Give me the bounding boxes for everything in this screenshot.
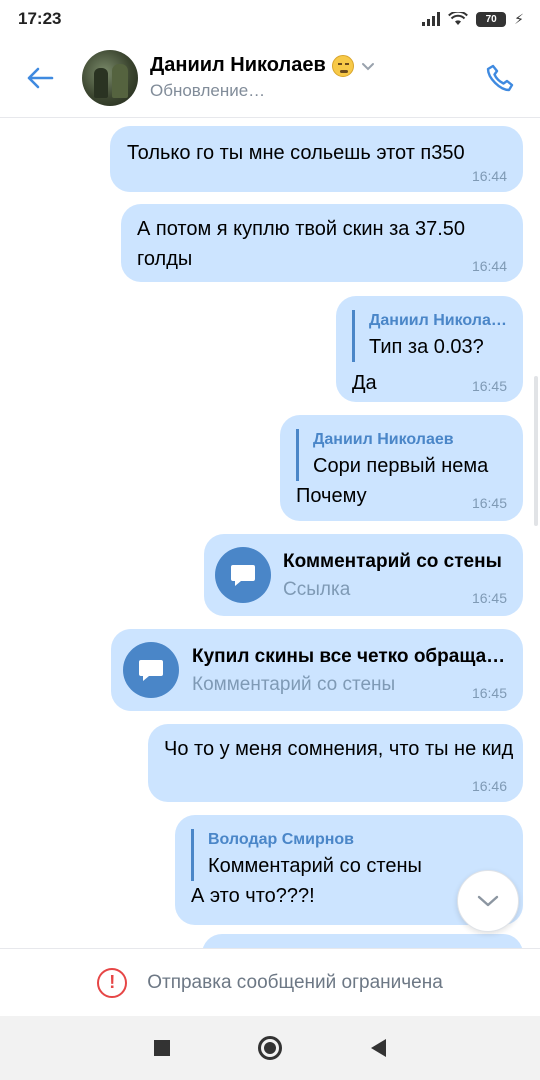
chevron-down-icon [477,895,499,907]
attachment-subtitle: Комментарий со стены [192,674,396,695]
message-text: Почему [296,485,367,507]
attachment-bubble[interactable]: Комментарий со стены Ссылка 16:45 [204,534,523,616]
message-bubble[interactable]: Только го ты мне сольешь этот п350 16:44 [110,126,523,192]
message-text: Чо то у меня сомнения, что ты не кид [164,738,514,760]
arrow-left-icon [27,67,54,88]
reply-quote[interactable]: Даниил Никола… Тип за 0.03? [352,310,508,362]
attachment-title: Купил скины все четко обраща… [192,646,506,667]
restricted-text: Отправка сообщений ограничена [147,971,443,993]
message-time: 16:46 [471,778,507,794]
charging-icon: ⚡ [514,10,524,27]
comment-icon [215,547,271,603]
restricted-bar: ! Отправка сообщений ограничена [0,948,540,1016]
message-text: А это что???! [191,885,315,907]
avatar[interactable] [82,49,138,106]
chat-title[interactable]: Даниил Николаев Обновление… [150,54,470,101]
message-text: Да [352,372,377,394]
reply-author: Володар Смирнов [208,831,354,848]
attachment-subtitle: Ссылка [283,579,351,600]
message-bubble[interactable]: Даниил Никола… Тип за 0.03? Да 16:45 [336,296,523,402]
chat-header: Даниил Николаев Обновление… [0,38,540,118]
message-time: 16:45 [471,378,507,394]
contact-status: Обновление… [150,81,266,100]
comment-icon [123,642,179,698]
signal-icon [422,12,441,26]
battery-icon: 70 [476,11,507,27]
message-time: 16:45 [471,495,507,511]
message-text: А потом я куплю твой скин за 37.50 голды [137,218,466,270]
message-bubble[interactable]: Даниил Николаев Сори первый нема Почему … [280,415,523,521]
status-time: 17:23 [18,9,62,28]
scroll-down-button[interactable] [457,870,519,932]
emoji-icon [331,54,354,77]
message-bubble[interactable] [202,934,523,948]
recents-button[interactable] [154,1040,171,1056]
reply-author: Даниил Николаев [313,431,454,448]
reply-text: Комментарий со стены [208,855,422,877]
message-text: Только го ты мне сольешь этот п350 [127,142,465,164]
scrollbar[interactable] [534,376,538,526]
back-nav-button[interactable] [370,1039,386,1057]
warning-icon: ! [97,967,128,998]
reply-text: Тип за 0.03? [369,336,484,358]
message-time: 16:45 [471,685,507,701]
message-list[interactable]: Только го ты мне сольешь этот п350 16:44… [0,118,540,948]
contact-name: Даниил Николаев [150,54,326,76]
home-button[interactable] [258,1036,283,1060]
status-bar: 17:23 70 ⚡ [0,0,540,38]
call-button[interactable] [470,48,530,108]
message-bubble[interactable]: А потом я куплю твой скин за 37.50 голды… [121,204,523,282]
reply-quote[interactable]: Даниил Николаев Сори первый нема [296,429,488,481]
reply-author: Даниил Никола… [369,312,507,329]
wifi-icon [448,12,469,25]
attachment-bubble[interactable]: Купил скины все четко обраща… Комментари… [111,629,523,711]
status-icons: 70 ⚡ [422,11,524,28]
message-time: 16:44 [471,258,507,274]
system-nav-bar [0,1016,540,1080]
phone-icon [486,64,514,91]
reply-text: Сори первый нема [313,455,489,477]
back-button[interactable] [10,48,70,108]
message-bubble[interactable]: Чо то у меня сомнения, что ты не кид 16:… [148,724,523,802]
message-time: 16:45 [471,590,507,606]
battery-level: 70 [485,13,497,25]
message-time: 16:44 [471,168,507,184]
chevron-down-icon [361,62,374,70]
attachment-title: Комментарий со стены [283,551,502,572]
reply-quote[interactable]: Володар Смирнов Комментарий со стены [191,829,422,881]
